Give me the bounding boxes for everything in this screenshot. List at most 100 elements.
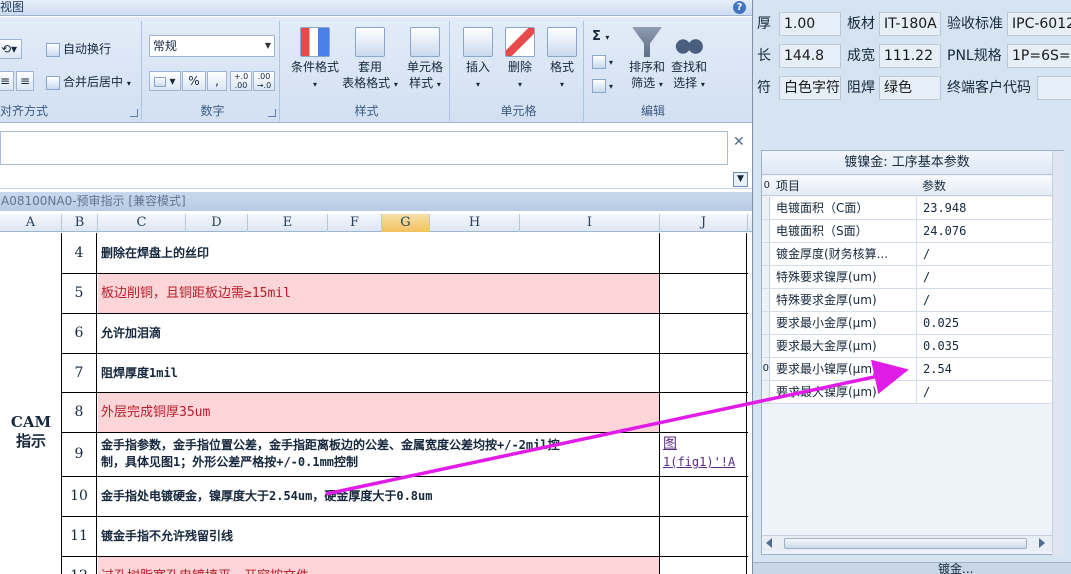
table-row[interactable]: 要求最大镍厚(μm) / [762, 381, 1052, 404]
row-number[interactable]: 8 [62, 393, 97, 432]
horizontal-scrollbar[interactable] [762, 535, 1052, 551]
material-field[interactable]: IT-180A [879, 12, 941, 36]
close-icon[interactable]: ✕ [733, 134, 747, 150]
pnl-field[interactable]: 1P=6S=2 [1007, 44, 1071, 68]
ribbon-tab-bar: 视图 ? [0, 0, 752, 16]
merge-center-button[interactable]: 合并后居中 ▾ [46, 74, 131, 92]
alignment-launcher-icon[interactable] [130, 109, 138, 117]
format-button[interactable]: 格式 ▾ [542, 27, 582, 93]
table-row[interactable]: 阻焊厚度1mil [98, 354, 660, 392]
column-header-g[interactable]: G [382, 214, 430, 232]
figure-link-line2[interactable]: 1(fig1)'!A [663, 455, 735, 469]
conditional-format-button[interactable]: 条件格式 ▾ [288, 27, 342, 93]
help-icon[interactable]: ? [733, 1, 746, 14]
vertical-scrollbar[interactable] [1052, 151, 1064, 555]
column-header-f[interactable]: F [328, 214, 382, 232]
table-format-button[interactable]: 套用 表格格式 ▾ [342, 27, 398, 93]
row-number[interactable]: 7 [62, 354, 97, 392]
sort-filter-button[interactable]: 排序和 筛选 ▾ [626, 27, 668, 93]
orientation-button[interactable]: ⟲▾ [0, 39, 22, 59]
column-header-h[interactable]: H [430, 214, 520, 232]
column-header-i[interactable]: I [520, 214, 660, 232]
autosum-button[interactable]: Σ ▾ [592, 29, 609, 46]
bottom-tab-label[interactable]: 镀金... [938, 560, 973, 574]
percent-button[interactable]: % [182, 71, 206, 91]
table-row[interactable]: 过孔树脂塞孔电镀填平，开窗按文件 [98, 557, 660, 574]
table-row[interactable]: 板边削铜，且铜距板边需≥15mil [98, 274, 660, 313]
thickness-field[interactable]: 1.00 [779, 12, 841, 36]
table-row[interactable]: 镀金手指不允许残留引线 [98, 517, 660, 556]
figure-link-line1[interactable]: 图 [663, 436, 677, 452]
worksheet-grid[interactable]: CAM 指示 4 删除在焊盘上的丝印 5 板边削铜，且铜距板边需≥15mil 6… [0, 233, 752, 574]
table-row[interactable]: 要求最小金厚(μm) 0.025 [762, 312, 1052, 335]
increase-indent-button[interactable]: ≡ [16, 71, 34, 91]
category-cell[interactable]: CAM 指示 [0, 233, 62, 574]
wrap-text-button[interactable]: 自动换行 [46, 41, 111, 57]
row-number[interactable]: 9 [62, 433, 97, 476]
row-number[interactable]: 5 [62, 274, 97, 313]
cell-styles-button[interactable]: 单元格 样式 ▾ [400, 27, 450, 93]
table-row[interactable]: 电镀面积（C面） 23.948 [762, 197, 1052, 220]
scroll-left-icon[interactable] [766, 538, 772, 548]
table-row[interactable]: 要求最大金厚(μm) 0.035 [762, 335, 1052, 358]
table-row-j-cell[interactable] [661, 274, 747, 313]
scroll-right-icon[interactable] [1039, 538, 1045, 548]
table-row-j-cell[interactable] [661, 477, 747, 516]
table-header-item[interactable]: 项目 [776, 176, 800, 196]
tab-view[interactable]: 视图 [0, 0, 24, 15]
table-row[interactable]: 特殊要求镍厚(um) / [762, 266, 1052, 289]
table-row-j-cell[interactable] [661, 517, 747, 556]
table-row-j-cell[interactable] [661, 314, 747, 353]
column-header-c[interactable]: C [98, 214, 186, 232]
table-row-j-cell[interactable] [661, 354, 747, 392]
find-select-button[interactable]: 查找和 选择 ▾ [668, 27, 710, 93]
row-number[interactable]: 4 [62, 233, 97, 273]
table-row-j-cell[interactable] [661, 393, 747, 432]
scrollbar-thumb[interactable] [784, 538, 1027, 549]
decrease-decimal-button[interactable]: .00 →.0 [253, 71, 275, 91]
table-row[interactable]: 允许加泪滴 [98, 314, 660, 353]
clear-button[interactable]: ▾ [592, 77, 613, 95]
alignment-group-label: 对齐方式 [0, 104, 49, 118]
column-header-a[interactable]: A [0, 214, 62, 232]
row-number[interactable]: 12 [62, 557, 97, 574]
row-number[interactable]: 11 [62, 517, 97, 556]
table-row-j-cell[interactable] [661, 233, 747, 273]
row-index [762, 243, 770, 265]
table-row[interactable]: 外层完成铜厚35um [98, 393, 660, 432]
table-header-param[interactable]: 参数 [922, 176, 946, 196]
length-field[interactable]: 144.8 [779, 44, 841, 68]
table-row[interactable]: 电镀面积（S面） 24.076 [762, 220, 1052, 243]
solder-field[interactable]: 绿色 [879, 76, 941, 100]
column-header-j[interactable]: J [660, 214, 748, 232]
table-row[interactable]: 镀金厚度(财务核算... / [762, 243, 1052, 266]
currency-button[interactable]: ▾ [149, 71, 181, 91]
expand-formula-bar-icon[interactable]: ▼ [733, 172, 748, 187]
acceptance-field[interactable]: IPC-6012 [1007, 12, 1071, 36]
table-row[interactable]: 金手指处电镀硬金，镍厚度大于2.54um，硬金厚度大于0.8um [98, 477, 660, 516]
table-row-j-cell[interactable] [661, 557, 747, 574]
row-number[interactable]: 10 [62, 477, 97, 516]
table-row[interactable]: 特殊要求金厚(um) / [762, 289, 1052, 312]
column-header-d[interactable]: D [186, 214, 248, 232]
delete-button[interactable]: 删除 ▾ [500, 27, 540, 93]
column-header-b[interactable]: B [62, 214, 98, 232]
row-number[interactable]: 6 [62, 314, 97, 353]
table-row[interactable]: 删除在焊盘上的丝印 [98, 233, 660, 273]
width-label: 成宽 [847, 48, 875, 64]
formula-bar-input[interactable] [0, 131, 728, 165]
fill-button[interactable]: ▾ [592, 53, 613, 71]
increase-decimal-button[interactable]: +.0.00 [230, 71, 252, 91]
column-header-e[interactable]: E [248, 214, 328, 232]
decrease-indent-button[interactable]: ≡ [0, 71, 14, 91]
hyperlink-cell[interactable]: 图 1(fig1)'!A [661, 433, 747, 476]
comma-button[interactable]: , [207, 71, 227, 91]
number-launcher-icon[interactable] [268, 109, 276, 117]
insert-button[interactable]: 插入 ▾ [458, 27, 498, 93]
table-row[interactable]: 金手指参数，金手指位置公差，金手指距离板边的公差、金属宽度公差均按+/-2mil… [98, 433, 660, 476]
char-field[interactable]: 白色字符 [779, 76, 841, 100]
number-format-select[interactable]: 常规 ▼ [149, 35, 275, 57]
table-row[interactable]: 0 要求最小镍厚(μm) 2.54 [762, 358, 1052, 381]
width-field[interactable]: 111.22 [879, 44, 941, 68]
customer-code-field[interactable] [1037, 76, 1071, 100]
